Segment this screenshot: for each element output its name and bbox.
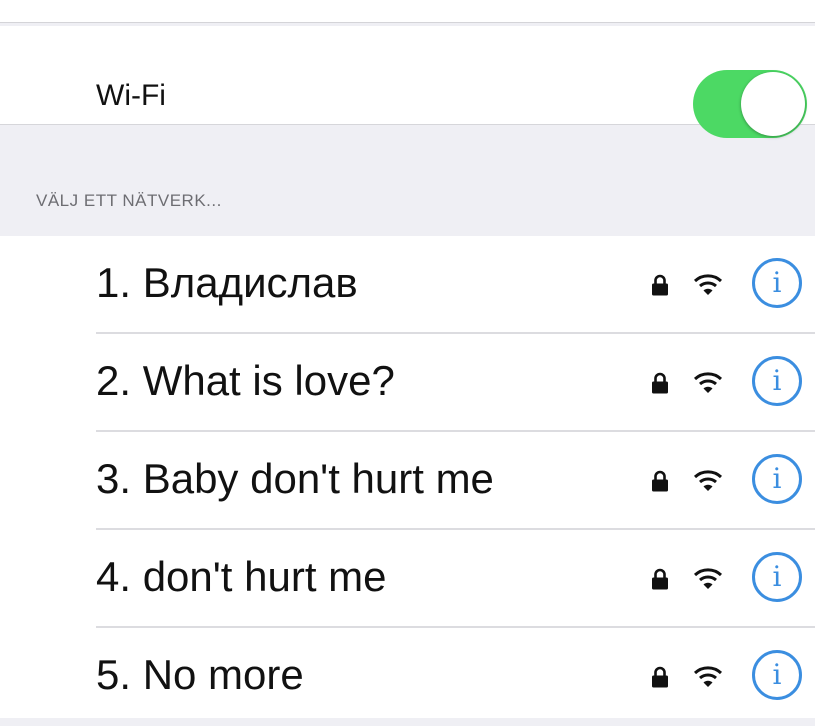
network-name: 3. Baby don't hurt me xyxy=(96,455,494,502)
lock-icon xyxy=(652,470,668,492)
network-row[interactable]: 1. Владислав i xyxy=(0,236,815,334)
lock-icon xyxy=(652,568,668,590)
wifi-signal-icon xyxy=(693,274,723,295)
info-button[interactable]: i xyxy=(752,650,802,700)
network-row[interactable]: 2. What is love? i xyxy=(0,334,815,432)
wifi-toggle[interactable] xyxy=(693,70,807,138)
network-name: 5. No more xyxy=(96,651,304,698)
wifi-signal-icon xyxy=(693,666,723,687)
network-name: 2. What is love? xyxy=(96,357,395,404)
network-row[interactable]: 3. Baby don't hurt me i xyxy=(0,432,815,530)
info-icon: i xyxy=(772,364,782,397)
network-name: 4. don't hurt me xyxy=(96,553,387,600)
network-row[interactable]: 5. No more i xyxy=(0,628,815,726)
choose-network-header: VÄLJ ETT NÄTVERK... xyxy=(36,191,222,210)
info-icon: i xyxy=(772,266,782,299)
info-icon: i xyxy=(772,658,782,691)
info-button[interactable]: i xyxy=(752,454,802,504)
wifi-label: Wi-Fi xyxy=(96,79,166,112)
network-list: 1. Владислав i 2. What is love? i 3. Bab… xyxy=(0,236,815,718)
previous-settings-row xyxy=(0,0,815,23)
wifi-toggle-row: Wi-Fi xyxy=(0,26,815,138)
wifi-signal-icon xyxy=(693,372,723,393)
info-button[interactable]: i xyxy=(752,552,802,602)
toggle-knob xyxy=(741,72,805,136)
wifi-signal-icon xyxy=(693,470,723,491)
network-name: 1. Владислав xyxy=(96,259,358,306)
wifi-signal-icon xyxy=(693,568,723,589)
info-button[interactable]: i xyxy=(752,258,802,308)
lock-icon xyxy=(652,666,668,688)
lock-icon xyxy=(652,372,668,394)
info-icon: i xyxy=(772,560,782,593)
lock-icon xyxy=(652,274,668,296)
network-row[interactable]: 4. don't hurt me i xyxy=(0,530,815,628)
info-button[interactable]: i xyxy=(752,356,802,406)
info-icon: i xyxy=(772,462,782,495)
